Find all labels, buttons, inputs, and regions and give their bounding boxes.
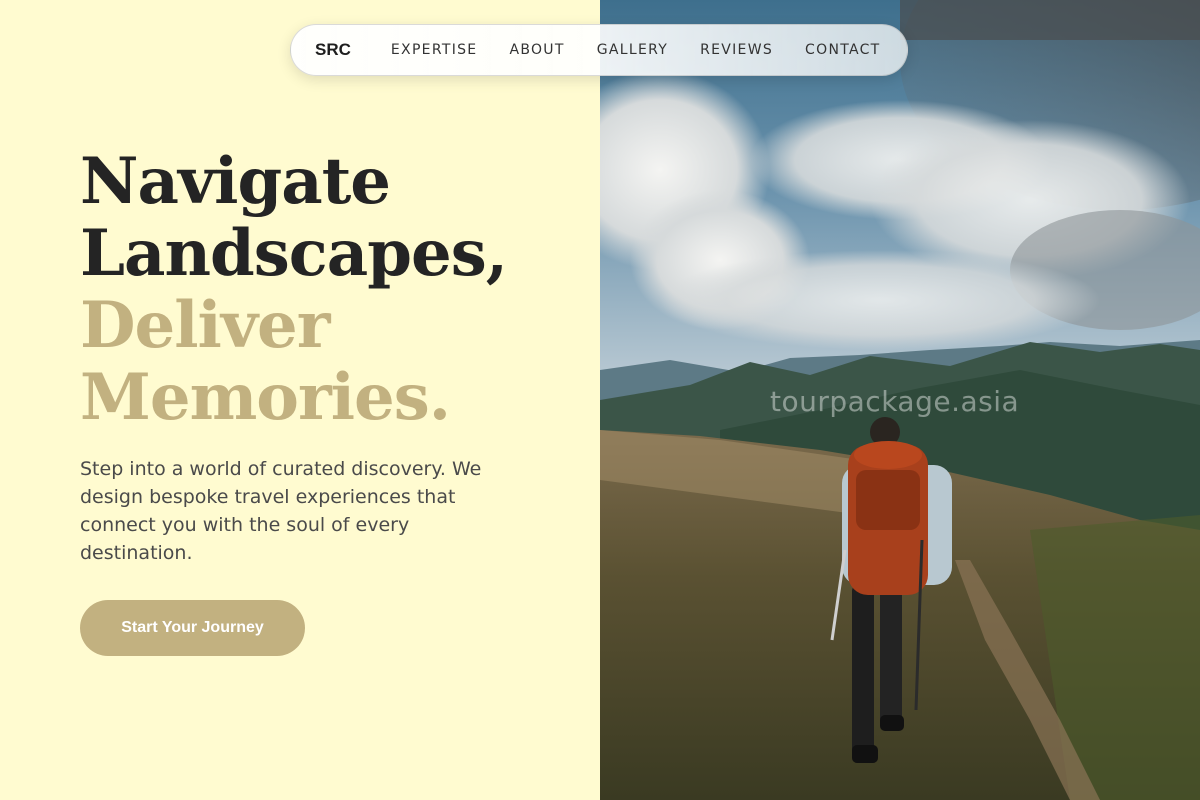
site-logo[interactable]: SRC <box>315 40 351 60</box>
hero-headline: Navigate Landscapes, Deliver Memories. <box>80 146 580 434</box>
start-journey-button[interactable]: Start Your Journey <box>80 600 305 656</box>
nav-link-gallery[interactable]: GALLERY <box>597 42 668 58</box>
nav-link-about[interactable]: ABOUT <box>509 42 564 58</box>
hero-description: Step into a world of curated discovery. … <box>80 458 482 564</box>
headline-line-3: Deliver <box>80 288 330 363</box>
headline-line-1: Navigate <box>80 144 391 219</box>
watermark-text: tourpackage.asia <box>770 385 1020 418</box>
nav-link-expertise[interactable]: EXPERTISE <box>391 42 478 58</box>
nav-link-contact[interactable]: CONTACT <box>805 42 881 58</box>
top-navigation: SRC EXPERTISE ABOUT GALLERY REVIEWS CONT… <box>290 24 908 76</box>
hero-panel: Navigate Landscapes, Deliver Memories. S… <box>0 0 600 800</box>
headline-line-4: Memories. <box>80 360 451 435</box>
headline-line-2: Landscapes, <box>80 216 508 291</box>
nav-link-reviews[interactable]: REVIEWS <box>700 42 773 58</box>
